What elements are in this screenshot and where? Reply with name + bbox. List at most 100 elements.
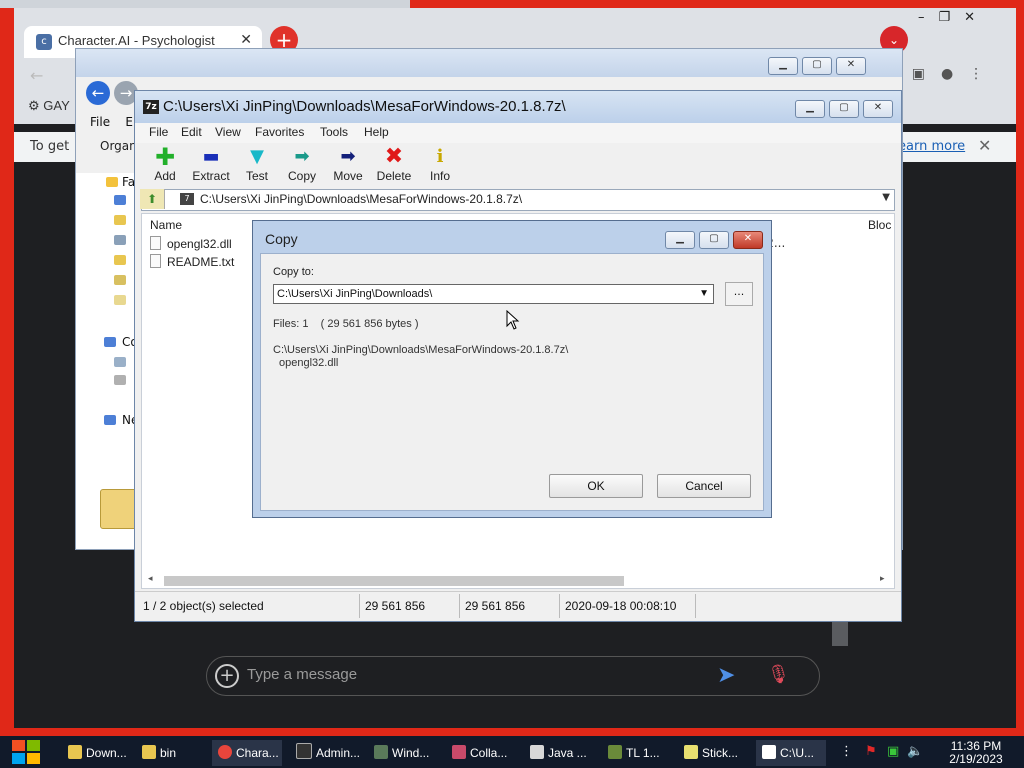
window-icon (374, 745, 388, 759)
file-name: opengl32.dll (167, 237, 232, 251)
file-row[interactable]: README.txt (150, 254, 234, 269)
explorer-minimize-button[interactable]: ▁ (768, 57, 798, 75)
explorer-maximize-button[interactable]: ▢ (802, 57, 832, 75)
explorer-menubar: File E (90, 115, 133, 129)
extract-button[interactable]: ▬ Extract (187, 147, 235, 184)
status-packed: 29 561 856 (465, 599, 526, 613)
7zip-close-button[interactable]: ✕ (863, 100, 893, 118)
taskbar-item-chrome[interactable]: Chara... (212, 740, 282, 766)
test-icon: ▼ (250, 146, 264, 167)
browse-button[interactable]: ... (725, 282, 753, 306)
dll-file-icon (150, 236, 161, 250)
taskbar-item-tl[interactable]: TL 1... (602, 740, 672, 766)
status-divider (559, 594, 560, 618)
ok-button[interactable]: OK (549, 474, 643, 498)
drive-icon (114, 357, 126, 367)
explorer-back-icon[interactable]: ← (86, 81, 110, 105)
explorer-menu-file[interactable]: File (90, 115, 110, 129)
copy-close-button[interactable]: ✕ (733, 231, 763, 249)
copy-dialog: Copy ▁ ▢ ✕ Copy to: C:\Users\Xi JinPing\… (252, 220, 772, 518)
move-label: Move (333, 169, 363, 183)
system-tray[interactable]: ⋮ ⚑ ▣ 🔈 (840, 744, 924, 759)
taskbar-item-java[interactable]: Java ... (524, 740, 594, 766)
menu-file[interactable]: File (149, 125, 168, 139)
taskbar-item-downloads[interactable]: Down... (62, 740, 132, 766)
flag-icon[interactable]: ⚑ (865, 744, 877, 759)
status-size: 29 561 856 (365, 599, 426, 613)
test-label: Test (245, 169, 268, 183)
infobar-text: To get (30, 139, 70, 154)
infobar-close-icon[interactable]: ✕ (978, 136, 991, 155)
chevron-down-icon[interactable]: ▼ (699, 285, 709, 303)
explorer-titlebar: ▁ ▢ ✕ (76, 49, 902, 77)
taskbar-item-windows[interactable]: Wind... (368, 740, 438, 766)
volume-icon[interactable]: 🔈 (907, 744, 923, 759)
explorer-organize-button[interactable]: Organ (100, 139, 137, 153)
add-attachment-icon[interactable]: + (215, 664, 239, 688)
browser-window-controls[interactable]: –❐✕ (918, 10, 989, 25)
network-icon (104, 415, 116, 425)
taskbar-item-sticky[interactable]: Stick... (678, 740, 748, 766)
add-button[interactable]: ✚ Add (141, 143, 189, 183)
taskbar-item-bin[interactable]: bin (136, 740, 206, 766)
taskbar-item-admin-cmd[interactable]: Admin... (290, 740, 360, 766)
menu-edit[interactable]: Edit (181, 125, 202, 139)
scroll-left-icon[interactable]: ◂ (148, 574, 153, 584)
horizontal-scrollbar[interactable] (164, 576, 624, 586)
network-icon[interactable]: ▣ (887, 744, 899, 759)
taskbar-item-collab[interactable]: Colla... (446, 740, 516, 766)
taskbar-clock[interactable]: 11:36 PM 2/19/2023 (936, 740, 1016, 766)
delete-label: Delete (376, 169, 412, 183)
copy-to-path-combobox[interactable]: C:\Users\Xi JinPing\Downloads\ ▼ (273, 284, 714, 304)
file-row[interactable]: opengl32.dll (150, 236, 232, 251)
cancel-button[interactable]: Cancel (657, 474, 751, 498)
menu-help[interactable]: Help (364, 125, 389, 139)
close-tab-icon[interactable]: ✕ (240, 32, 252, 48)
copy-button[interactable]: ➡ Copy (278, 147, 326, 184)
overflow-icon[interactable]: ⋮ (840, 744, 853, 759)
delete-button[interactable]: ✖ Delete (370, 146, 418, 184)
taskbar-item-label: bin (160, 746, 177, 760)
explorer-close-button[interactable]: ✕ (836, 57, 866, 75)
7zip-toolbar: ✚ Add ▬ Extract ▼ Test ➡ Copy ➡ Move ✖ D… (135, 143, 901, 187)
scroll-right-icon[interactable]: ▸ (880, 574, 885, 584)
menu-favorites[interactable]: Favorites (255, 125, 304, 139)
test-button[interactable]: ▼ Test (233, 146, 281, 184)
column-header-name[interactable]: Name (150, 218, 182, 232)
7zip-statusbar: 1 / 2 object(s) selected 29 561 856 29 5… (135, 591, 901, 620)
add-icon: ✚ (154, 143, 176, 171)
column-header-block[interactable]: Bloc (868, 218, 891, 232)
info-button[interactable]: i Info (416, 147, 464, 184)
taskbar-item-7zip[interactable]: C:\U... (756, 740, 826, 766)
move-button[interactable]: ➡ Move (324, 147, 372, 184)
browser-tab-title: Character.AI - Psychologist (58, 33, 215, 48)
mic-muted-icon[interactable]: 🎙 (767, 664, 790, 685)
explorer-menu-edit[interactable]: E (125, 115, 133, 129)
folder-icon (114, 295, 126, 305)
send-icon[interactable]: ➤ (717, 663, 735, 688)
7zip-minimize-button[interactable]: ▁ (795, 100, 825, 118)
copy-minimize-button[interactable]: ▁ (665, 231, 695, 249)
learn-more-link[interactable]: earn more (898, 139, 965, 154)
chat-input-bar: + Type a message ➤ 🎙 (206, 656, 820, 696)
7zip-maximize-button[interactable]: ▢ (829, 100, 859, 118)
taskbar-item-label: Stick... (702, 746, 739, 760)
recent-places-icon (114, 235, 126, 245)
status-divider (459, 594, 460, 618)
taskbar-item-label: C:\U... (780, 746, 815, 760)
message-input[interactable]: Type a message (247, 666, 357, 683)
bookmark-item[interactable]: ⚙ GAY (28, 98, 70, 114)
copy-maximize-button[interactable]: ▢ (699, 231, 729, 249)
chat-scrollbar-thumb[interactable] (832, 622, 848, 646)
browser-back-icon[interactable]: ← (30, 66, 43, 85)
txt-file-icon (150, 254, 161, 268)
character-ai-favicon-icon: c (36, 34, 52, 50)
windows-start-icon[interactable] (10, 738, 42, 766)
taskbar-item-label: Down... (86, 746, 127, 760)
menu-view[interactable]: View (215, 125, 241, 139)
address-dropdown-icon[interactable]: ▼ (882, 192, 890, 203)
taskbar-item-label: Admin... (316, 746, 360, 760)
folder-up-icon[interactable]: ⬆ (140, 189, 165, 209)
7zip-address-bar[interactable]: ⬆ 7 C:\Users\Xi JinPing\Downloads\MesaFo… (140, 189, 895, 211)
menu-tools[interactable]: Tools (320, 125, 348, 139)
